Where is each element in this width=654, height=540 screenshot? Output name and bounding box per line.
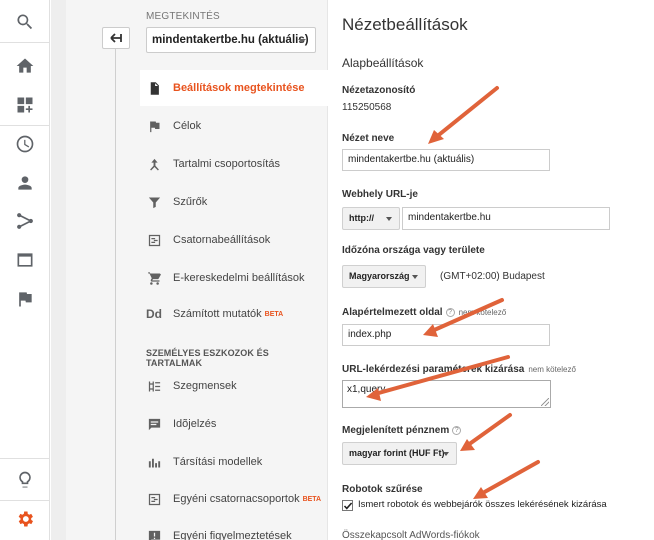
menu-content-grouping[interactable]: Tartalmi csoportosítás [140, 146, 328, 182]
menu-filters[interactable]: Szűrők [140, 184, 328, 220]
beta-badge: BETA [264, 311, 284, 318]
optional-note: nem kötelező [528, 365, 576, 374]
exclude-params-value: x1,query. [347, 384, 388, 395]
view-id-value: 115250568 [342, 102, 392, 113]
chevron-down-icon [386, 217, 392, 221]
menu-calculated-metrics[interactable]: Dd Számított mutatók BETA [140, 296, 328, 332]
resize-grip[interactable] [541, 398, 549, 406]
linked-adwords-heading: Összekapcsolt AdWords-fiókok [342, 530, 480, 540]
acquisition-icon[interactable] [13, 209, 37, 233]
grouping-icon [146, 156, 162, 172]
menu-annotations[interactable]: Idõjelzés [140, 406, 328, 442]
page-title: Nézetbeállítások [342, 15, 468, 34]
search-icon[interactable] [13, 10, 37, 34]
currency-dropdown[interactable]: magyar forint (HUF Ft) [342, 442, 457, 465]
menu-channel-settings[interactable]: Csatornabeállítások [140, 222, 328, 258]
discover-bulb-icon[interactable] [13, 468, 37, 492]
menu-label: Tartalmi csoportosítás [173, 158, 280, 170]
back-arrow-icon [110, 33, 122, 43]
website-url-input[interactable]: mindentakertbe.hu [402, 207, 610, 230]
menu-segments[interactable]: Szegmensek [140, 368, 328, 404]
left-nav-rail [0, 0, 50, 540]
home-icon[interactable] [13, 54, 37, 78]
menu-label: E-kereskedelmi beállítások [173, 272, 305, 284]
currency-label: Megjelenített pénznem? [342, 425, 462, 436]
menu-label: Beállítások megtekintése [173, 82, 305, 94]
menu-label: Egyéni figyelmeztetések [173, 530, 292, 540]
website-url-label: Webhely URL-je [342, 189, 418, 200]
alert-icon [146, 528, 162, 540]
realtime-clock-icon[interactable] [13, 132, 37, 156]
chevron-down-icon [298, 39, 306, 43]
view-selector[interactable]: mindentakertbe.hu (aktuális) [146, 27, 316, 53]
menu-ecommerce-settings[interactable]: E-kereskedelmi beállítások [140, 260, 328, 296]
view-name-input[interactable]: mindentakertbe.hu (aktuális) [342, 149, 550, 171]
cart-icon [146, 270, 162, 286]
dd-icon: Dd [146, 307, 162, 321]
timezone-label: Időzóna országa vagy területe [342, 245, 485, 256]
tree-line [115, 49, 116, 540]
exclude-params-label: URL-lekérdezési paraméterek kizárása nem … [342, 364, 576, 375]
view-label: MEGTEKINTÉS [146, 11, 220, 22]
help-icon[interactable]: ? [445, 308, 455, 317]
audience-person-icon[interactable] [13, 171, 37, 195]
view-id-label: Nézetazonosító [342, 85, 416, 96]
protocol-value: http:// [349, 213, 374, 223]
menu-label: Célok [173, 120, 202, 132]
bot-filter-text: Ismert robotok és webbejárók összes leké… [358, 499, 607, 510]
segments-icon [146, 378, 162, 394]
exclude-params-textarea[interactable]: x1,query. [342, 380, 551, 408]
view-selector-value: mindentakertbe.hu (aktuális) [152, 34, 309, 46]
bot-filter-label: Robotok szűrése [342, 484, 423, 495]
annotation-icon [146, 416, 162, 432]
bar-chart-icon [146, 454, 162, 470]
menu-attribution-models[interactable]: Társítási modellek [140, 444, 328, 480]
menu-label: Számított mutatók BETA [173, 308, 284, 320]
menu-label: Szűrők [173, 196, 208, 208]
view-settings-form: Nézetbeállítások Alapbeállítások Nézetaz… [329, 0, 654, 540]
behavior-icon[interactable] [13, 248, 37, 272]
default-page-label: Alapértelmezett oldal? nem kötelező [342, 307, 507, 318]
help-icon[interactable]: ? [452, 426, 462, 435]
menu-custom-channel-groups[interactable]: Egyéni csatornacsoportok BETA [140, 481, 328, 517]
optional-note: nem kötelező [458, 308, 507, 317]
menu-custom-alerts[interactable]: Egyéni figyelmeztetések [140, 518, 328, 540]
channel-groups-icon [146, 491, 162, 507]
menu-label: Csatornabeállítások [173, 234, 271, 246]
view-settings-panel: MEGTEKINTÉS mindentakertbe.hu (aktuális)… [66, 0, 328, 540]
back-button[interactable] [102, 27, 130, 49]
document-icon [146, 80, 162, 96]
nav-divider-strip [51, 0, 66, 540]
filter-icon [146, 194, 162, 210]
bot-filter-checkbox[interactable] [342, 500, 353, 511]
channel-settings-icon [146, 232, 162, 248]
checkmark-icon [343, 502, 353, 510]
timezone-country-dropdown[interactable]: Magyarország [342, 265, 426, 288]
flag-icon [146, 118, 162, 134]
timezone-value: (GMT+02:00) Budapest [440, 271, 545, 282]
conversions-flag-icon[interactable] [13, 287, 37, 311]
beta-badge: BETA [302, 496, 322, 503]
chevron-down-icon [412, 275, 418, 279]
personal-tools-heading: SZEMÉLYES ESZKOZOK ÉS TARTALMAK [146, 348, 269, 368]
menu-label: Szegmensek [173, 380, 237, 392]
protocol-dropdown[interactable]: http:// [342, 207, 400, 230]
view-name-label: Nézet neve [342, 133, 395, 144]
timezone-country-value: Magyarország [349, 271, 410, 281]
menu-label: Társítási modellek [173, 456, 263, 468]
menu-label: Egyéni csatornacsoportok BETA [173, 493, 322, 505]
currency-value: magyar forint (HUF Ft) [349, 448, 445, 458]
admin-gear-icon[interactable] [13, 507, 37, 531]
menu-goals[interactable]: Célok [140, 108, 328, 144]
default-page-input[interactable]: index.php [342, 324, 550, 346]
menu-view-settings[interactable]: Beállítások megtekintése [140, 70, 328, 106]
chevron-down-icon [443, 452, 449, 456]
section-subtitle: Alapbeállítások [342, 56, 424, 70]
customization-icon[interactable] [13, 93, 37, 117]
menu-label: Idõjelzés [173, 418, 217, 430]
